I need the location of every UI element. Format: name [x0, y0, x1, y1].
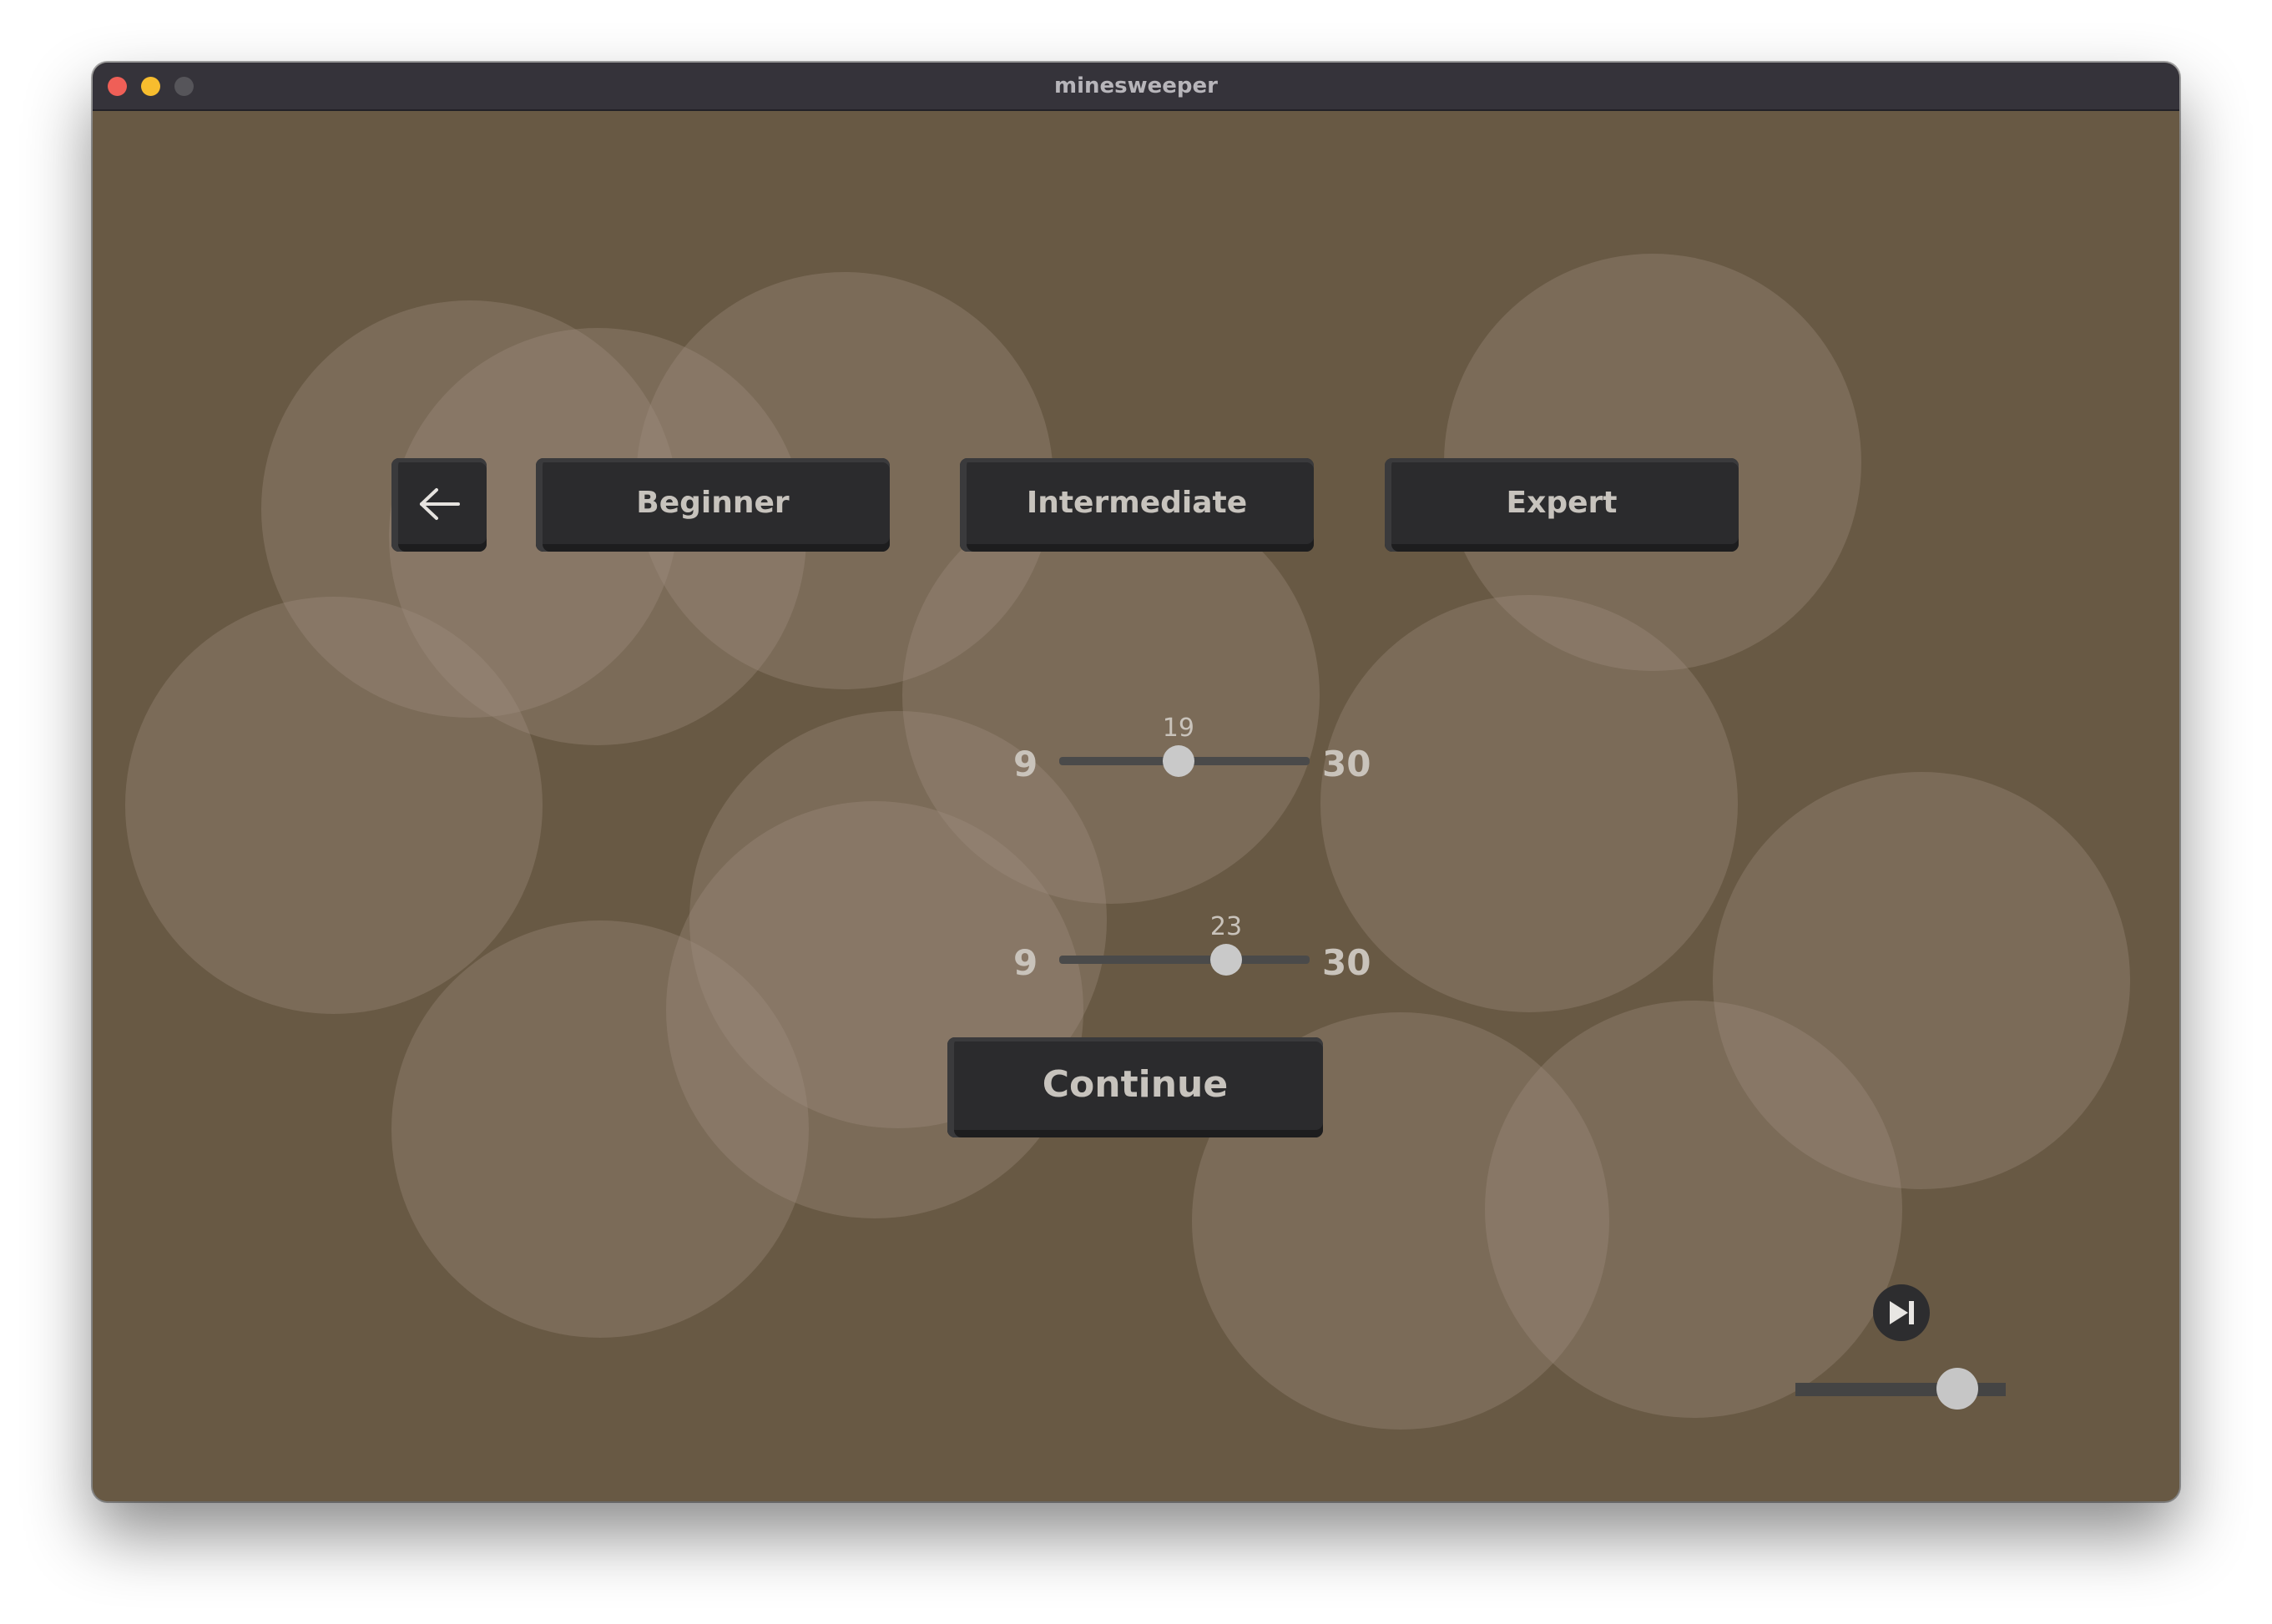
background-bubble: [1485, 1001, 1902, 1418]
first-size-slider: 9 19 30: [1013, 714, 1431, 789]
intermediate-button[interactable]: Intermediate: [960, 458, 1314, 552]
slider-max-label: 30: [1322, 744, 1371, 784]
slider-value-label: 23: [1209, 912, 1243, 941]
slider-min-label: 9: [1013, 942, 1038, 983]
slider-value-label: 19: [1162, 714, 1194, 743]
beginner-button[interactable]: Beginner: [536, 458, 890, 552]
slider-thumb[interactable]: [1162, 745, 1194, 777]
back-button[interactable]: [391, 458, 487, 552]
second-size-slider: 9 23 30: [1013, 912, 1431, 987]
continue-button-label: Continue: [1042, 1063, 1229, 1106]
expert-button-label: Expert: [1506, 486, 1618, 520]
window-title: minesweeper: [1054, 73, 1218, 98]
slider-max-label: 30: [1322, 942, 1371, 983]
intermediate-button-label: Intermediate: [1026, 486, 1248, 520]
slider-track[interactable]: [1059, 956, 1310, 964]
continue-button[interactable]: Continue: [947, 1037, 1323, 1137]
background-bubble: [125, 597, 543, 1014]
title-bar: minesweeper: [93, 63, 2179, 111]
arrow-left-icon: [420, 488, 460, 520]
volume-slider-thumb[interactable]: [1936, 1368, 1979, 1410]
app-window: minesweeper Beginner Intermediate Expert…: [93, 63, 2179, 1501]
skip-track-button[interactable]: [1873, 1284, 1930, 1341]
expert-button[interactable]: Expert: [1385, 458, 1739, 552]
beginner-button-label: Beginner: [636, 486, 790, 520]
skip-forward-icon: [1890, 1301, 1914, 1324]
slider-min-label: 9: [1013, 744, 1038, 784]
slider-thumb[interactable]: [1210, 944, 1242, 976]
background-bubble: [391, 920, 809, 1338]
game-menu: Beginner Intermediate Expert 9 19 30 9 2…: [93, 111, 2179, 1501]
